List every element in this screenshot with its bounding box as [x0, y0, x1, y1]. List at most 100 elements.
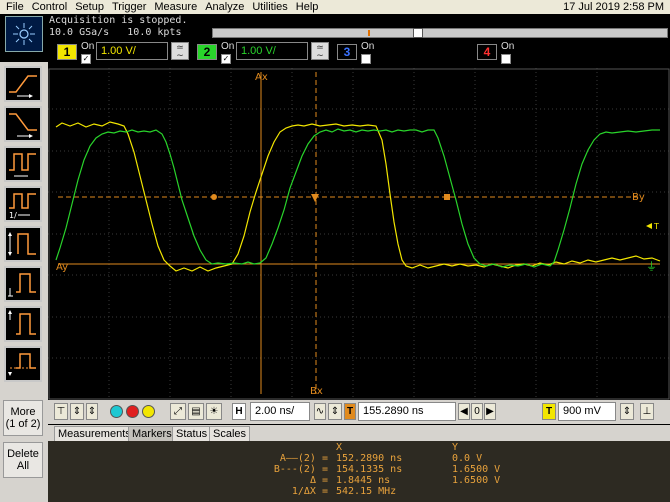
timebase-mode-icon[interactable]: ∿ — [314, 403, 326, 420]
more-button[interactable]: More (1 of 2) — [3, 400, 43, 436]
delete-label: Delete — [7, 448, 39, 460]
readout-row-a-label: A——(2) = — [279, 453, 328, 464]
tab-scales[interactable]: Scales — [209, 426, 251, 441]
marker-b-square — [444, 194, 450, 200]
marker-by-label: By — [632, 192, 645, 203]
readout-row-b-x: 154.1335 ns — [336, 464, 403, 475]
tab-status[interactable]: Status — [172, 426, 212, 441]
channel-1-on-label: On — [81, 41, 95, 52]
channel-2-coupling-icon[interactable]: ≃ ∼ — [311, 42, 329, 60]
menu-trigger[interactable]: Trigger — [108, 0, 150, 14]
menu-control[interactable]: Control — [28, 0, 71, 14]
svg-text:T: T — [653, 222, 659, 231]
amplitude-measure-icon[interactable] — [4, 266, 42, 302]
timebase-position-bar[interactable] — [212, 28, 668, 38]
readout-x-header: X — [336, 442, 343, 453]
channel-4-button[interactable]: 4 — [477, 44, 497, 60]
date-time: 17 Jul 2019 2:58 PM — [563, 1, 664, 13]
position-right-arrow[interactable]: ▶ — [484, 403, 496, 420]
rise-time-measure-icon[interactable] — [4, 66, 42, 102]
trigger-level-value[interactable]: 900 mV — [558, 402, 616, 421]
readout-y-header: Y — [452, 442, 459, 453]
readout-row-delta-y: 1.6500 V — [452, 475, 501, 486]
menu-bar: File Control Setup Trigger Measure Analy… — [0, 0, 670, 14]
menu-measure[interactable]: Measure — [150, 0, 201, 14]
frequency-measure-icon[interactable]: 1/ — [4, 186, 42, 222]
position-left-arrow[interactable]: ◀ — [458, 403, 470, 420]
trigger-position-tick — [368, 30, 370, 36]
view-window-marker[interactable] — [413, 28, 423, 38]
control-strip: ⊤ ⇕ ⇕ ⤢ ▤ ☀ H 2.00 ns/ ∿ ⇕ T 155.2890 ns… — [48, 400, 670, 424]
base-measure-icon[interactable] — [4, 346, 42, 382]
readout-row-b-y: 1.6500 V — [452, 464, 501, 475]
scope-logo-icon[interactable] — [5, 16, 43, 52]
trigger-level-down[interactable]: ⊥ — [640, 403, 654, 420]
marker-bx-label: Bx — [310, 386, 323, 397]
marker-ax-label: Ax — [255, 72, 268, 83]
channel-4-on-label: On — [501, 41, 515, 52]
acquisition-status: Acquisition is stopped. 10.0 GSa/s 10.0 … — [49, 15, 209, 39]
sample-rate: 10.0 GSa/s — [49, 27, 110, 38]
channel-1-scale[interactable]: 1.00 V/ — [96, 42, 168, 60]
trigger-position-label[interactable]: T — [344, 403, 356, 420]
trigger-level-arrow-icon — [646, 223, 652, 229]
horizontal-label[interactable]: H — [232, 403, 246, 420]
trigger-level-label[interactable]: T — [542, 403, 556, 420]
color-red-icon[interactable] — [126, 405, 139, 418]
menu-utilities[interactable]: Utilities — [248, 0, 291, 14]
top-measure-icon[interactable] — [4, 306, 42, 342]
delete-all-label: All — [16, 460, 30, 472]
palette-icon[interactable]: ▤ — [188, 403, 204, 420]
channel-2-scale[interactable]: 1.00 V/ — [236, 42, 308, 60]
horizontal-position-value[interactable]: 155.2890 ns — [358, 402, 456, 421]
channel-1-on-checkbox[interactable]: ✓ — [81, 54, 91, 64]
timebase-value[interactable]: 2.00 ns/ — [250, 402, 310, 421]
timebase-spinner[interactable]: ⇕ — [328, 403, 342, 420]
svg-text:1/: 1/ — [9, 211, 17, 220]
period-measure-icon[interactable] — [4, 146, 42, 182]
spinner-button[interactable]: ⇕ — [86, 403, 98, 420]
channel-2-on-checkbox[interactable]: ✓ — [221, 54, 231, 64]
channel-2-trace — [55, 128, 660, 268]
memory-depth: 10.0 kpts — [127, 27, 182, 38]
channel-2-button[interactable]: 2 — [197, 44, 217, 60]
readout-row-a-x: 152.2890 ns — [336, 453, 403, 464]
marker-ay-label: Ay — [56, 262, 68, 273]
channel-2-on-label: On — [221, 41, 235, 52]
acquisition-state: Acquisition is stopped. — [49, 15, 188, 26]
more-label: More — [10, 406, 36, 418]
scroll-up-button[interactable]: ⊤ — [54, 403, 68, 420]
channel-3-on-checkbox[interactable] — [361, 54, 371, 64]
color-cyan-icon[interactable] — [110, 405, 123, 418]
menu-help[interactable]: Help — [292, 0, 323, 14]
marker-b-point — [311, 194, 319, 202]
scroll-toggle-button[interactable]: ⇕ — [70, 403, 84, 420]
tab-markers[interactable]: Markers — [128, 426, 176, 441]
delete-all-button[interactable]: Delete All — [3, 442, 43, 478]
channel-4-on-checkbox[interactable] — [501, 54, 511, 64]
channel-1-coupling-icon[interactable]: ≃ ∼ — [171, 42, 189, 60]
waveform-display[interactable]: T ⏚ Ax Bx Ay By — [48, 68, 670, 400]
readout-row-delta-x: 1.8445 ns — [336, 475, 391, 486]
channel-1-button[interactable]: 1 — [57, 44, 77, 60]
channel-3-button[interactable]: 3 — [337, 44, 357, 60]
channel-2-ground-icon: ⏚ — [646, 260, 657, 273]
color-yellow-icon[interactable] — [142, 405, 155, 418]
delay-value[interactable]: 0 — [471, 403, 483, 420]
graticule-grid — [48, 68, 670, 400]
menu-setup[interactable]: Setup — [71, 0, 108, 14]
marker-readout: X Y A——(2) = 152.2890 ns 0.0 V B---(2) =… — [48, 441, 670, 502]
menu-file[interactable]: File — [0, 0, 28, 14]
sun-icon[interactable]: ☀ — [206, 403, 222, 420]
tab-measurements[interactable]: Measurements — [54, 426, 135, 441]
readout-row-delta-label: Δ = — [309, 475, 328, 486]
acquisition-rate-line: 10.0 GSa/s 10.0 kpts — [49, 27, 209, 39]
fall-time-measure-icon[interactable] — [4, 106, 42, 142]
positive-width-icon[interactable] — [4, 226, 42, 262]
readout-row-b-label: B---(2) = — [273, 464, 328, 475]
zoom-icon[interactable]: ⤢ — [170, 403, 186, 420]
more-page-label: (1 of 2) — [5, 418, 41, 430]
menu-analyze[interactable]: Analyze — [201, 0, 248, 14]
trigger-level-spinner[interactable]: ⇕ — [620, 403, 634, 420]
readout-row-inverse-label: 1/ΔX = — [291, 486, 328, 497]
